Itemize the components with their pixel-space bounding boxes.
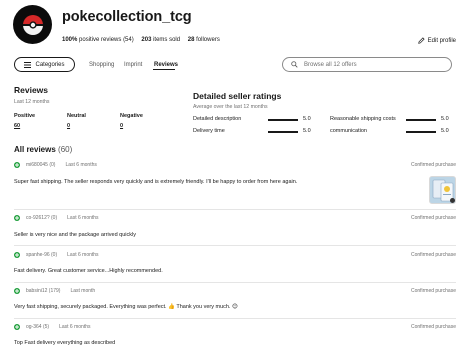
detailed-ratings-heading: Detailed seller ratings <box>193 91 282 101</box>
rating-label: Delivery time <box>193 128 225 134</box>
pencil-icon <box>417 37 425 44</box>
reviewer-name[interactable]: mi680045 (0) <box>26 162 55 168</box>
tab-reviews[interactable]: Reviews <box>154 62 178 68</box>
active-tab-indicator <box>153 69 175 70</box>
rating-value: 5.0 <box>441 128 449 134</box>
all-reviews-label: All reviews <box>14 145 56 154</box>
review-time: Last 6 months <box>59 324 91 330</box>
edit-profile-button[interactable]: Edit profile <box>417 37 456 44</box>
all-reviews-count: (60) <box>58 145 73 154</box>
rating-label: Detailed description <box>193 116 242 122</box>
followers-count: 28 <box>187 37 195 43</box>
rating-label: Reasonable shipping costs <box>330 116 396 122</box>
search-icon <box>291 61 298 68</box>
tab-imprint[interactable]: Imprint <box>124 62 142 68</box>
store-name: pokecollection_tcg <box>62 9 192 25</box>
review-time: Last month <box>70 288 96 294</box>
review-time: Last 6 months <box>67 252 99 258</box>
detailed-ratings-subtitle: Average over the last 12 months <box>193 104 268 110</box>
rating-bar <box>268 119 298 121</box>
positive-pct: 100% <box>62 37 78 43</box>
review-count: (54) <box>123 37 134 43</box>
menu-icon <box>24 61 32 68</box>
store-avatar <box>13 5 52 44</box>
review-time: Last 6 months <box>65 162 97 168</box>
rating-label: communication <box>330 128 367 134</box>
review-divider <box>14 318 456 319</box>
positive-plus-icon <box>14 324 20 330</box>
positive-plus-icon <box>14 288 20 294</box>
review-text: Super fast shipping. The seller responds… <box>14 179 298 185</box>
confirmed-purchase-label: Confirmed purchase <box>410 252 456 258</box>
reviewer-name[interactable]: co-92612? (0) <box>26 215 57 221</box>
rating-value: 5.0 <box>303 116 311 122</box>
purchased-item-thumbnail[interactable] <box>429 176 456 204</box>
review-text: Top Fast delivery everything as describe… <box>14 340 116 346</box>
confirmed-purchase-label: Confirmed purchase <box>410 288 456 294</box>
confirmed-purchase-label: Confirmed purchase <box>410 324 456 330</box>
offer-search-input[interactable]: Browse all 12 offers <box>282 57 452 72</box>
followers-label: followers <box>196 37 220 43</box>
search-placeholder: Browse all 12 offers <box>304 61 357 68</box>
positive-plus-icon <box>14 215 20 221</box>
reviewer-name[interactable]: spanhe-96 (0) <box>26 252 57 258</box>
review-divider <box>14 245 456 246</box>
positive-count-link[interactable]: 60 <box>14 123 20 129</box>
edit-profile-label: Edit profile <box>427 37 456 44</box>
rating-bar <box>268 131 298 133</box>
confirmed-purchase-label: Confirmed purchase <box>410 215 456 221</box>
reviews-period: Last 12 months <box>14 99 50 105</box>
reviewer-name[interactable]: babsini12 (179) <box>26 288 60 294</box>
reviews-heading: Reviews <box>14 85 49 95</box>
review-text: Very fast shipping, securely packaged. E… <box>14 304 238 310</box>
pokeball-logo <box>22 14 43 35</box>
confirmed-purchase-label: Confirmed purchase <box>410 162 456 168</box>
positive-label: Positive <box>14 113 36 119</box>
store-stats: 100% positive reviews (54) 203 items sol… <box>62 37 226 43</box>
positive-label: positive reviews <box>79 37 122 43</box>
neutral-count-link[interactable]: 0 <box>67 123 70 129</box>
positive-plus-icon <box>14 162 20 168</box>
rating-value: 5.0 <box>441 116 449 122</box>
neutral-label: Neutral <box>67 113 86 119</box>
review-text: Fast delivery. Great customer service...… <box>14 268 163 274</box>
rating-bar <box>406 119 436 121</box>
all-reviews-heading: All reviews (60) <box>14 145 72 154</box>
reviewer-name[interactable]: og-364 (5) <box>26 324 49 330</box>
categories-button[interactable]: Categories <box>14 57 75 72</box>
positive-plus-icon <box>14 252 20 258</box>
categories-label: Categories <box>35 61 65 68</box>
rating-value: 5.0 <box>303 128 311 134</box>
items-sold-label: items sold <box>153 37 181 43</box>
review-divider <box>14 282 456 283</box>
items-sold-count: 203 <box>141 37 152 43</box>
tab-shopping[interactable]: Shopping <box>89 62 114 68</box>
negative-label: Negative <box>120 113 143 119</box>
negative-count-link[interactable]: 0 <box>120 123 123 129</box>
review-time: Last 6 months <box>67 215 99 221</box>
review-text: Seller is very nice and the package arri… <box>14 232 136 238</box>
review-divider <box>14 209 456 210</box>
rating-bar <box>406 131 436 133</box>
